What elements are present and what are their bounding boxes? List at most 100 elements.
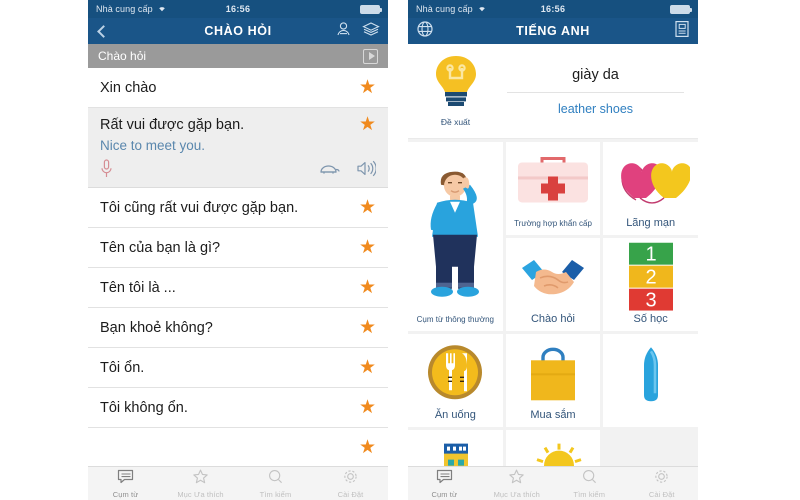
tab-label: Mục Ưa thích: [493, 489, 540, 499]
phrase-text: Rất vui được gặp bạn.: [100, 116, 245, 133]
tab-bar-right: Cụm từ Mục Ưa thích Tìm kiếm Cài Đặt: [408, 466, 698, 500]
page-title: TIẾNG ANH: [516, 24, 590, 38]
lightbulb-icon: [430, 53, 482, 116]
list-item[interactable]: Bạn khoẻ không? ★: [88, 308, 388, 348]
tile-romance[interactable]: Lãng mạn: [603, 142, 698, 235]
person-pointing-icon: [417, 158, 493, 303]
handshake-icon: [514, 251, 592, 308]
status-bar-left: Nhà cung cấp 16:56: [88, 0, 388, 18]
tile-caption: Mua sắm: [530, 408, 576, 421]
search-icon: [267, 469, 284, 489]
tile-common-phrases[interactable]: Cụm từ thông thường: [408, 142, 503, 331]
two-hearts-icon: [612, 155, 692, 212]
tab-label: Mục Ưa thích: [177, 489, 224, 499]
list-item[interactable]: Tôi không ổn. ★: [88, 388, 388, 428]
tab-label: Cụm từ: [431, 489, 458, 499]
favorite-star-icon[interactable]: ★: [359, 358, 376, 377]
water-bottle-icon: [634, 343, 668, 408]
list-item[interactable]: Tôi cũng rất vui được gặp bạn. ★: [88, 188, 388, 228]
tile-numbers[interactable]: 1 2 3 Số học: [603, 238, 698, 331]
suggestion-word: giày da: [507, 67, 684, 93]
status-time: 16:56: [540, 4, 566, 14]
star-outline-icon: [192, 469, 209, 489]
favorite-star-icon[interactable]: ★: [359, 278, 376, 297]
favorite-star-icon[interactable]: ★: [359, 115, 376, 134]
phrase-list: Xin chào ★ Rất vui được gặp bạn. ★ Nice …: [88, 68, 388, 468]
speaker-icon[interactable]: [356, 160, 377, 182]
back-button[interactable]: [96, 24, 110, 38]
person-icon[interactable]: [335, 21, 352, 42]
numbers-blocks-icon: 1 2 3: [623, 242, 679, 315]
tile-caption: Số học: [633, 312, 668, 325]
tab-phrases[interactable]: Cụm từ: [408, 469, 481, 499]
suggestion-label: Đề xuất: [440, 116, 471, 127]
tile-dining[interactable]: Ăn uống: [408, 334, 503, 427]
list-item-expanded[interactable]: Rất vui được gặp bạn. ★ Nice to meet you…: [88, 108, 388, 188]
tab-settings[interactable]: Cài Đặt: [626, 469, 699, 499]
tile-shopping[interactable]: Mua sắm: [505, 334, 601, 427]
tab-label: Cụm từ: [112, 489, 139, 499]
tile-drinks[interactable]: [603, 334, 698, 427]
play-icon[interactable]: [363, 48, 378, 64]
carrier-label: Nhà cung cấp: [96, 4, 153, 14]
list-item[interactable]: Tên của bạn là gì? ★: [88, 228, 388, 268]
layers-icon[interactable]: [362, 21, 380, 42]
right-phone-screen: Nhà cung cấp 16:56 TIẾNG ANH Đề xuất già…: [408, 0, 698, 500]
tile-emergency[interactable]: Trường hợp khẩn cấp: [505, 142, 601, 235]
tab-search[interactable]: Tìm kiếm: [553, 469, 626, 499]
notebook-icon[interactable]: [674, 20, 690, 43]
first-aid-kit-icon: [514, 152, 592, 215]
nav-bar-right: TIẾNG ANH: [408, 18, 698, 44]
tile-caption: Chào hỏi: [530, 312, 576, 325]
phrase-text: Tên của bạn là gì?: [100, 239, 221, 256]
turtle-slow-icon[interactable]: [318, 161, 340, 181]
globe-icon: [416, 20, 434, 43]
nav-bar-left: CHÀO HỎI: [88, 18, 388, 44]
favorite-star-icon[interactable]: ★: [359, 318, 376, 337]
microphone-icon[interactable]: [100, 158, 113, 184]
phrase-text: Tôi không ổn.: [100, 399, 188, 416]
status-time: 16:56: [225, 4, 251, 14]
suggestion-badge: Đề xuất: [408, 44, 503, 138]
tile-caption: Lãng mạn: [626, 216, 676, 229]
suggestion-card[interactable]: Đề xuất giày da leather shoes: [408, 44, 698, 139]
phrase-text: Xin chào: [100, 79, 157, 96]
category-grid: Cụm từ thông thường Trường hợp khẩn cấp: [408, 139, 698, 500]
suggestion-translation[interactable]: leather shoes: [507, 93, 684, 116]
list-item[interactable]: Tên tôi là ... ★: [88, 268, 388, 308]
tile-greetings[interactable]: Chào hỏi: [505, 238, 601, 331]
section-header[interactable]: Chào hỏi: [88, 44, 388, 68]
tab-label: Tìm kiếm: [573, 489, 606, 499]
favorite-star-icon[interactable]: ★: [359, 238, 376, 257]
favorite-star-icon[interactable]: ★: [359, 78, 376, 97]
globe-button[interactable]: [416, 20, 434, 43]
favorite-star-icon[interactable]: ★: [359, 198, 376, 217]
list-item[interactable]: Xin chào ★: [88, 68, 388, 108]
tab-label: Cài Đặt: [337, 489, 364, 499]
phrase-text: Tôi ổn.: [100, 359, 145, 376]
carrier-label: Nhà cung cấp: [416, 4, 473, 14]
tab-favorites[interactable]: Mục Ưa thích: [163, 469, 238, 499]
phrase-text: Tôi cũng rất vui được gặp bạn.: [100, 199, 299, 216]
favorite-star-icon[interactable]: ★: [359, 398, 376, 417]
list-item[interactable]: Tôi ổn. ★: [88, 348, 388, 388]
tab-settings[interactable]: Cài Đặt: [313, 469, 388, 499]
screenshot-stage: Nhà cung cấp 16:56 CHÀO HỎI Chào hỏi Xin…: [0, 0, 800, 500]
search-icon: [581, 469, 598, 489]
left-phone-screen: Nhà cung cấp 16:56 CHÀO HỎI Chào hỏi Xin…: [88, 0, 388, 500]
tab-phrases[interactable]: Cụm từ: [88, 469, 163, 499]
favorite-star-icon[interactable]: ★: [359, 438, 376, 457]
tab-search[interactable]: Tìm kiếm: [238, 469, 313, 499]
battery-icon: [670, 4, 692, 14]
chat-bubble-icon: [117, 469, 134, 489]
svg-text:2: 2: [645, 266, 656, 288]
phrase-translation: Nice to meet you.: [100, 138, 206, 153]
right-margin: [698, 0, 800, 500]
tile-caption: Cụm từ thông thường: [416, 315, 494, 325]
svg-text:1: 1: [645, 243, 656, 265]
list-item-partial[interactable]: ★: [88, 428, 388, 468]
phrase-text: Bạn khoẻ không?: [100, 319, 213, 336]
battery-icon: [360, 4, 382, 14]
gear-icon: [653, 469, 670, 489]
tab-favorites[interactable]: Mục Ưa thích: [481, 469, 554, 499]
